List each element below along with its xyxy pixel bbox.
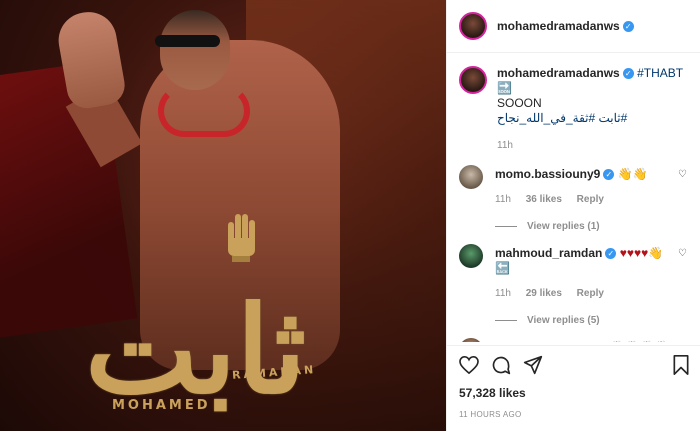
comment-meta: 11h 29 likes Reply — [495, 286, 670, 301]
comment-likes[interactable]: 29 likes — [526, 288, 562, 299]
comment-username[interactable]: momo.bassiouny9 — [495, 167, 600, 181]
post-time[interactable]: 11 HOURS AGO — [447, 400, 700, 419]
post-header: mohamedramadanws ✓ — [447, 0, 700, 53]
artwork-name-left: MOHAMED — [112, 398, 211, 413]
person-head — [160, 10, 230, 90]
verified-badge-icon: ✓ — [622, 68, 634, 80]
view-replies-button[interactable]: View replies (5) — [495, 315, 700, 326]
caption-arabic[interactable]: ثابت #ثقة_في_الله_نجاح# — [497, 111, 627, 125]
verified-badge-icon: ✓ — [603, 169, 615, 181]
header-username[interactable]: mohamedramadanws — [497, 19, 620, 33]
view-replies-label: View replies (5) — [527, 315, 600, 326]
heart-icon[interactable]: ♡ — [678, 169, 687, 180]
caption-time[interactable]: 11h — [497, 138, 687, 153]
like-heart-icon[interactable] — [459, 356, 479, 374]
verified-badge-icon: ✓ — [622, 20, 634, 32]
caption-username[interactable]: mohamedramadanws — [497, 66, 620, 80]
comment-time[interactable]: 11h — [495, 288, 511, 299]
replies-line — [495, 320, 517, 321]
likes-count[interactable]: 57,328 likes — [447, 378, 700, 400]
soon-icon: 🔜 — [497, 81, 512, 95]
headphones — [158, 85, 250, 137]
sunglasses — [155, 35, 220, 47]
avatar[interactable] — [459, 66, 487, 94]
caption: mohamedramadanws ✓ #THABT 🔜 SOOON ثابت #ث… — [447, 52, 700, 153]
avatar[interactable] — [459, 12, 487, 40]
comment-username[interactable]: adelmagdiikamel — [495, 340, 592, 342]
view-replies-button[interactable]: View replies (1) — [495, 221, 700, 232]
comment: adelmagdiikamel✓ 👋👋👋👋🔙💪 ♡ — [447, 338, 700, 342]
comment-emoji: 👋👋 — [617, 167, 648, 181]
avatar[interactable] — [459, 165, 483, 189]
reply-button[interactable]: Reply — [577, 288, 604, 299]
share-icon[interactable] — [523, 355, 543, 375]
caption-soon: SOOON — [497, 96, 542, 110]
instagram-post: ثابت MOHAMED RAMADAN mohamedramadanws ✓ … — [0, 0, 700, 431]
bookmark-icon[interactable] — [673, 355, 689, 375]
post-actions: 57,328 likes 11 HOURS AGO — [447, 345, 700, 419]
post-sidebar: mohamedramadanws ✓ mohamedramadanws ✓ #TH… — [446, 0, 700, 431]
comment-username[interactable]: mahmoud_ramdan — [495, 246, 602, 260]
heart-icon[interactable]: ♡ — [678, 248, 687, 259]
view-replies-label: View replies (1) — [527, 221, 600, 232]
verified-badge-icon: ✓ — [605, 248, 617, 260]
hashtag-thabt[interactable]: #THABT — [637, 66, 683, 80]
hand-logo-icon — [228, 214, 255, 262]
comment-emoji-2: 🔙 — [495, 261, 510, 275]
reply-button[interactable]: Reply — [577, 194, 604, 205]
comment-meta: 11h 36 likes Reply — [495, 192, 670, 207]
comment-likes[interactable]: 36 likes — [526, 194, 562, 205]
comment: mahmoud_ramdan ✓ ♥♥♥♥👋 🔙 11h 29 likes Rep… — [447, 244, 700, 301]
comment-time[interactable]: 11h — [495, 194, 511, 205]
replies-line — [495, 226, 517, 227]
post-image[interactable]: ثابت MOHAMED RAMADAN — [0, 0, 446, 431]
comments-section[interactable]: mohamedramadanws ✓ #THABT 🔜 SOOON ثابت #ث… — [447, 52, 700, 342]
avatar[interactable] — [459, 338, 483, 342]
comment-emoji: ♥♥♥♥👋 — [619, 246, 664, 260]
comment-icon[interactable] — [491, 355, 511, 375]
comment: momo.bassiouny9 ✓ 👋👋 11h 36 likes Reply ♡ — [447, 165, 700, 207]
avatar[interactable] — [459, 244, 483, 268]
